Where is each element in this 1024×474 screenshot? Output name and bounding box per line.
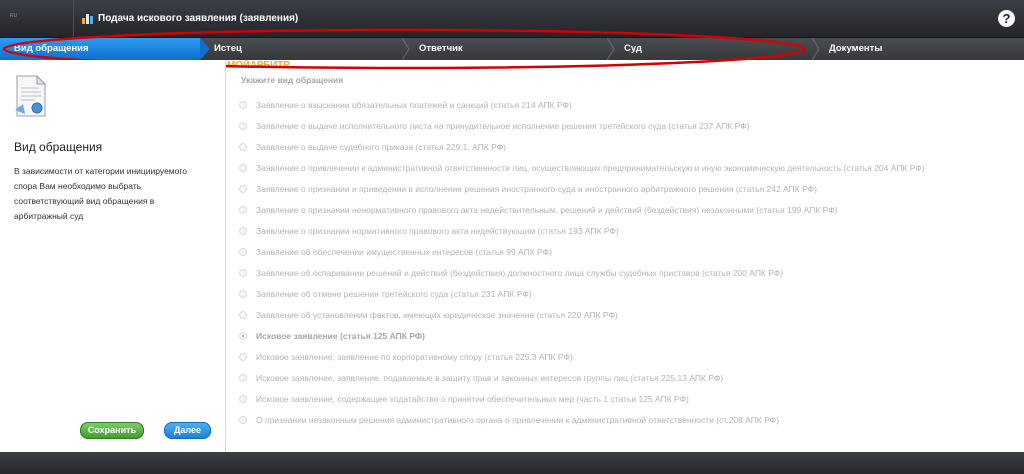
step-plaintiff[interactable]: Истец bbox=[200, 38, 405, 60]
radio-button[interactable] bbox=[239, 226, 247, 235]
radio-option-label: Заявление об обеспечении имущественных и… bbox=[256, 246, 552, 257]
logo-sup: RU bbox=[10, 13, 18, 19]
radio-option-label: Заявление об отмене решения третейского … bbox=[256, 288, 532, 299]
radio-button[interactable] bbox=[239, 289, 247, 298]
radio-option-label: Заявление о выдаче исполнительного листа… bbox=[256, 120, 750, 131]
step-label: Истец bbox=[214, 43, 242, 54]
radio-option-label: Исковое заявление, содержащее ходатайств… bbox=[256, 393, 689, 404]
step-label: Вид обращения bbox=[14, 43, 89, 54]
radio-option-label: Заявление о признании и приведении в исп… bbox=[256, 183, 817, 194]
radio-button[interactable] bbox=[239, 310, 247, 319]
radio-option-label: Заявление об оспаривании решений и дейст… bbox=[256, 267, 784, 278]
radio-option[interactable]: Заявление об отмене решения третейского … bbox=[239, 283, 925, 304]
radio-button[interactable] bbox=[239, 352, 247, 361]
radio-option-label: О признании незаконным решения администр… bbox=[256, 414, 780, 425]
step-label: Документы bbox=[829, 43, 883, 54]
page-title: Подача искового заявления (заявления) bbox=[98, 13, 299, 24]
radio-option[interactable]: Заявление о признании ненормативного пра… bbox=[239, 199, 925, 220]
sidebar-description: В зависимости от категории инициируемого… bbox=[14, 166, 188, 221]
top-bar: МОЙАРБИТР RU Подача искового заявления (… bbox=[0, 0, 1024, 71]
save-button[interactable]: Сохранить bbox=[80, 422, 144, 439]
radio-button[interactable] bbox=[239, 415, 247, 424]
step-defendant[interactable]: Ответчик bbox=[405, 38, 610, 60]
next-button[interactable]: Далее bbox=[164, 422, 211, 439]
radio-option[interactable]: О признании незаконным решения администр… bbox=[239, 409, 925, 430]
radio-option-label: Заявление о признании нормативного право… bbox=[256, 225, 619, 236]
bar-chart-icon bbox=[82, 14, 93, 24]
radio-option-label: Заявление об установлении фактов, имеющи… bbox=[256, 309, 618, 320]
radio-option[interactable]: Исковое заявление, заявление по корпорат… bbox=[239, 346, 925, 367]
bottom-bar bbox=[0, 452, 1024, 474]
wizard-steps: Вид обращения Истец Ответчик Суд Докумен… bbox=[0, 38, 1024, 60]
radio-button[interactable] bbox=[239, 205, 247, 214]
radio-option-label: Заявление о взыскании обязательных плате… bbox=[256, 99, 572, 110]
radio-option-label: Исковое заявление, заявление по корпорат… bbox=[256, 351, 573, 362]
radio-button[interactable] bbox=[239, 163, 247, 172]
app-logo[interactable]: МОЙАРБИТР RU bbox=[0, 0, 290, 71]
radio-option[interactable]: Заявление об оспаривании решений и дейст… bbox=[239, 262, 925, 283]
radio-option-label: Исковое заявление, заявление, подаваемые… bbox=[256, 372, 724, 383]
step-appeal-type[interactable]: Вид обращения bbox=[0, 38, 200, 60]
radio-option[interactable]: Исковое заявление, заявление, подаваемые… bbox=[239, 367, 925, 388]
radio-button[interactable] bbox=[239, 331, 247, 340]
radio-option[interactable]: Исковое заявление (статья 125 АПК РФ) bbox=[239, 325, 925, 346]
radio-option-label: Заявление о признании ненормативного пра… bbox=[256, 204, 838, 215]
radio-option[interactable]: Заявление о привлечении к административн… bbox=[239, 157, 925, 178]
radio-button[interactable] bbox=[239, 373, 247, 382]
radio-option-label: Заявление о привлечении к административн… bbox=[256, 162, 925, 173]
radio-option[interactable]: Заявление об обеспечении имущественных и… bbox=[239, 241, 925, 262]
appeal-type-options: Заявление о взыскании обязательных плате… bbox=[239, 94, 925, 430]
sidebar: Вид обращения В зависимости от категории… bbox=[0, 60, 226, 452]
radio-button[interactable] bbox=[239, 268, 247, 277]
radio-option[interactable]: Заявление о выдаче судебного приказа (ст… bbox=[239, 136, 925, 157]
radio-button[interactable] bbox=[239, 142, 247, 151]
sidebar-title: Вид обращения bbox=[14, 140, 103, 154]
document-icon bbox=[15, 74, 47, 117]
step-label: Ответчик bbox=[419, 43, 463, 54]
radio-option[interactable]: Заявление о взыскании обязательных плате… bbox=[239, 94, 925, 115]
radio-option[interactable]: Заявление о выдаче исполнительного листа… bbox=[239, 115, 925, 136]
radio-button[interactable] bbox=[239, 121, 247, 130]
radio-button[interactable] bbox=[239, 100, 247, 109]
radio-option-label: Исковое заявление (статья 125 АПК РФ) bbox=[256, 330, 425, 341]
step-label: Суд bbox=[624, 43, 642, 54]
radio-button[interactable] bbox=[239, 394, 247, 403]
section-title: Укажите вид обращения bbox=[241, 75, 344, 85]
radio-option-label: Заявление о выдаче судебного приказа (ст… bbox=[256, 141, 506, 152]
radio-button[interactable] bbox=[239, 247, 247, 256]
radio-option[interactable]: Исковое заявление, содержащее ходатайств… bbox=[239, 388, 925, 409]
radio-option[interactable]: Заявление о признании и приведении в исп… bbox=[239, 178, 925, 199]
help-button[interactable]: ? bbox=[998, 10, 1015, 27]
radio-button[interactable] bbox=[239, 184, 247, 193]
step-documents[interactable]: Документы bbox=[815, 38, 1024, 60]
step-court[interactable]: Суд bbox=[610, 38, 815, 60]
radio-option[interactable]: Заявление о признании нормативного право… bbox=[239, 220, 925, 241]
main-content: Укажите вид обращения Заявление о взыска… bbox=[227, 60, 1024, 452]
radio-option[interactable]: Заявление об установлении фактов, имеющи… bbox=[239, 304, 925, 325]
